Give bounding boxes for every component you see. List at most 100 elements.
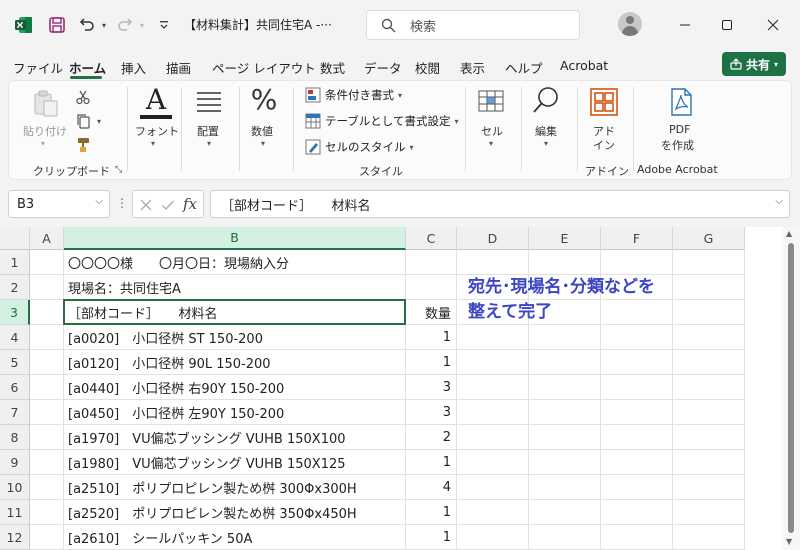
cell-a11[interactable] <box>30 500 64 525</box>
editing-dropdown-icon[interactable]: ▾ <box>544 139 548 148</box>
cell-g6[interactable] <box>673 375 745 400</box>
cell-c4[interactable]: 1 <box>406 325 457 350</box>
scroll-down-icon[interactable]: ▼ <box>786 537 792 546</box>
cell-b8[interactable]: [a1970] VU偏芯ブッシング VUHB 150X100 <box>64 425 406 450</box>
cell-f12[interactable] <box>601 525 673 550</box>
tab-home[interactable]: ホーム <box>69 58 106 77</box>
undo-dropdown-icon[interactable]: ▾ <box>98 14 110 36</box>
cell-a6[interactable] <box>30 375 64 400</box>
create-pdf-icon[interactable] <box>667 87 695 120</box>
cell-b9[interactable]: [a1980] VU偏芯ブッシング VUHB 150X125 <box>64 450 406 475</box>
cell-f9[interactable] <box>601 450 673 475</box>
addins-icon[interactable] <box>589 87 619 120</box>
cell-b4[interactable]: [a0020] 小口径桝 ST 150-200 <box>64 325 406 350</box>
select-all-corner[interactable] <box>0 227 30 250</box>
cell-g1[interactable] <box>673 250 745 275</box>
cell-c12[interactable]: 1 <box>406 525 457 550</box>
cell-f8[interactable] <box>601 425 673 450</box>
tab-help[interactable]: ヘルプ <box>505 58 543 77</box>
share-button[interactable]: 共有 ▾ <box>722 52 786 76</box>
save-icon[interactable] <box>46 14 68 36</box>
cell-d12[interactable] <box>457 525 529 550</box>
cell-d7[interactable] <box>457 400 529 425</box>
alignment-dropdown-icon[interactable]: ▾ <box>207 139 211 148</box>
cell-e7[interactable] <box>529 400 601 425</box>
column-header-e[interactable]: E <box>529 227 601 250</box>
cell-e11[interactable] <box>529 500 601 525</box>
alignment-icon[interactable] <box>195 91 223 118</box>
cell-g4[interactable] <box>673 325 745 350</box>
cell-g12[interactable] <box>673 525 745 550</box>
cell-c2[interactable] <box>406 275 457 300</box>
cell-f1[interactable] <box>601 250 673 275</box>
cell-d1[interactable] <box>457 250 529 275</box>
row-header[interactable]: 4 <box>0 325 30 350</box>
name-box-dropdown-icon[interactable]: ⌵ <box>95 196 103 207</box>
expand-formula-icon[interactable]: ⌵ <box>775 196 783 207</box>
cell-b7[interactable]: [a0450] 小口径桝 左90Y 150-200 <box>64 400 406 425</box>
tab-page-layout[interactable]: ページ レイアウト <box>212 58 316 77</box>
redo-dropdown-icon[interactable]: ▾ <box>136 14 148 36</box>
alignment-label[interactable]: 配置 <box>197 123 219 139</box>
scroll-up-icon[interactable]: ▲ <box>786 229 792 238</box>
cell-d5[interactable] <box>457 350 529 375</box>
tab-acrobat[interactable]: Acrobat <box>560 58 608 73</box>
minimize-icon[interactable] <box>670 14 700 36</box>
column-header-f[interactable]: F <box>601 227 673 250</box>
customize-toolbar-icon[interactable] <box>156 14 172 36</box>
tab-view[interactable]: 表示 <box>460 58 485 77</box>
cell-g2[interactable] <box>673 275 745 300</box>
row-header[interactable]: 8 <box>0 425 30 450</box>
cell-e10[interactable] <box>529 475 601 500</box>
cell-g5[interactable] <box>673 350 745 375</box>
cell-g8[interactable] <box>673 425 745 450</box>
format-as-table-button[interactable]: テーブルとして書式設定 ▾ <box>305 113 458 129</box>
cell-c7[interactable]: 3 <box>406 400 457 425</box>
cell-e6[interactable] <box>529 375 601 400</box>
cell-c1[interactable] <box>406 250 457 275</box>
formula-input[interactable]: ［部材コード］ 材料名 ⌵ <box>210 190 790 218</box>
row-header[interactable]: 11 <box>0 500 30 525</box>
copy-icon[interactable] <box>75 113 91 132</box>
scrollbar-thumb[interactable] <box>788 243 794 533</box>
cell-g7[interactable] <box>673 400 745 425</box>
cell-b3[interactable]: ［部材コード］ 材料名 <box>64 300 406 325</box>
cancel-icon[interactable] <box>139 198 153 212</box>
cells-icon[interactable] <box>477 87 505 118</box>
tab-review[interactable]: 校閲 <box>415 58 440 77</box>
paste-icon[interactable] <box>31 89 61 122</box>
redo-icon[interactable] <box>114 14 136 36</box>
formula-bar-options-icon[interactable]: ⋮ <box>116 196 128 210</box>
cell-c6[interactable]: 3 <box>406 375 457 400</box>
name-box[interactable]: B3 ⌵ <box>8 190 110 218</box>
cell-a8[interactable] <box>30 425 64 450</box>
row-header[interactable]: 10 <box>0 475 30 500</box>
conditional-format-button[interactable]: 条件付き書式 ▾ <box>305 87 402 103</box>
cells-label[interactable]: セル <box>481 123 503 139</box>
maximize-icon[interactable] <box>712 14 742 36</box>
cell-e12[interactable] <box>529 525 601 550</box>
editing-label[interactable]: 編集 <box>535 123 557 139</box>
copy-dropdown-icon[interactable]: ▾ <box>97 117 101 126</box>
cell-a10[interactable] <box>30 475 64 500</box>
cell-e1[interactable] <box>529 250 601 275</box>
cell-styles-button[interactable]: セルのスタイル ▾ <box>305 139 414 155</box>
tab-formulas[interactable]: 数式 <box>320 58 345 77</box>
cell-g10[interactable] <box>673 475 745 500</box>
cell-d4[interactable] <box>457 325 529 350</box>
column-header-g[interactable]: G <box>673 227 745 250</box>
cell-a2[interactable] <box>30 275 64 300</box>
cell-c10[interactable]: 4 <box>406 475 457 500</box>
cell-c3[interactable]: 数量 <box>406 300 457 325</box>
search-box[interactable]: 検索 <box>366 10 580 40</box>
clipboard-launcher-icon[interactable]: ⤡ <box>115 165 122 175</box>
column-header-b[interactable]: B <box>64 227 406 250</box>
cell-g11[interactable] <box>673 500 745 525</box>
column-header-d[interactable]: D <box>457 227 529 250</box>
cut-icon[interactable] <box>75 89 91 108</box>
close-icon[interactable] <box>758 14 788 36</box>
font-label[interactable]: フォント <box>135 123 179 139</box>
cell-e4[interactable] <box>529 325 601 350</box>
cell-e5[interactable] <box>529 350 601 375</box>
cell-a4[interactable] <box>30 325 64 350</box>
